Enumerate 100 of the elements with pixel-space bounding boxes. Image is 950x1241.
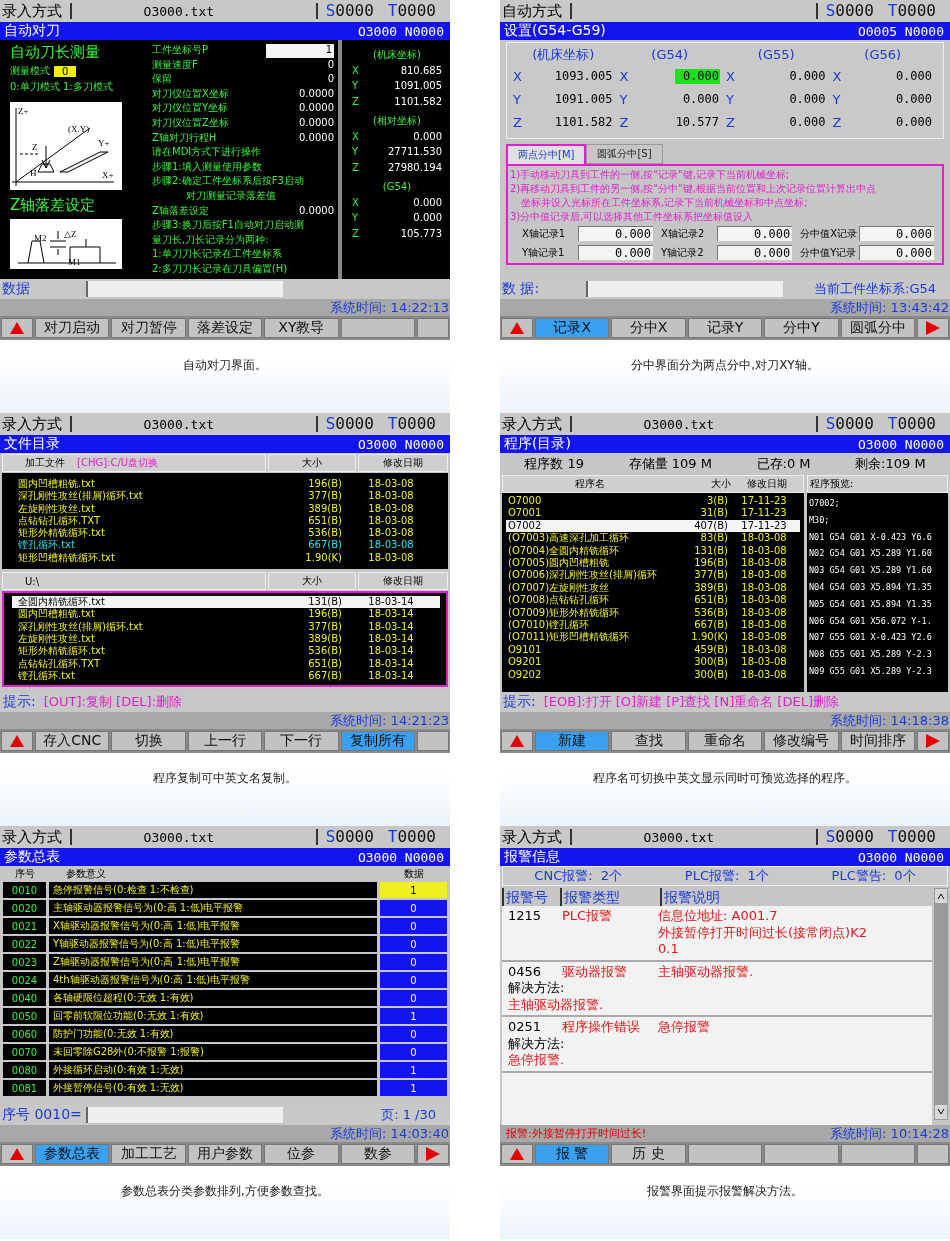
program-row[interactable]: O9201 300(B) 18-03-08 [506,656,800,669]
offset-value[interactable]: 0.000 [674,92,720,107]
softkey[interactable] [501,731,533,751]
param-value-cell[interactable]: 0 [380,936,447,952]
record-field[interactable]: 0.000 [717,226,793,241]
offset-value[interactable]: 1101.582 [546,115,614,130]
softkey[interactable] [917,318,950,338]
program-row[interactable]: (O7003)高速深孔加工循环 83(B) 18-03-08 [506,532,800,545]
record-field[interactable]: 0.000 [578,226,654,241]
file-row[interactable]: 左旋刚性攻丝.txt 389(B) 18-03-14 [12,632,440,646]
program-row[interactable]: (O7004)全圆内精铣循环 131(B) 18-03-08 [506,544,800,558]
softkey[interactable]: 下一行 [264,731,339,751]
softkey[interactable]: 分中Y [764,318,839,338]
file-row[interactable]: 左旋刚性攻丝.txt 389(B) 18-03-08 [12,502,440,515]
program-row[interactable]: (O7005)圆内凹槽粗铣 196(B) 18-03-08 [506,557,800,570]
param-value-cell[interactable]: 1 [380,1008,447,1024]
mode-tab[interactable]: 两点分中[M] [506,144,587,164]
offset-value[interactable]: 0.000 [887,92,933,107]
param-value-cell[interactable]: 1 [380,1080,447,1096]
softkey[interactable]: 新建 [535,731,610,751]
softkey[interactable]: 参数总表 [35,1144,110,1164]
offset-value[interactable]: 0.000 [887,69,933,84]
offset-value[interactable]: 0.000 [674,69,720,84]
program-row[interactable]: O7000 3(B) 17-11-23 [506,495,800,508]
program-row[interactable]: (O7007)左旋刚性攻丝 389(B) 18-03-08 [506,581,800,595]
program-row[interactable]: (O7006)深孔刚性攻丝(排屑)循环 377(B) 18-03-08 [506,569,800,582]
program-row[interactable]: O9202 300(B) 18-03-08 [506,668,800,682]
file-row[interactable]: 深孔刚性攻丝(排屑)循环.txt 377(B) 18-03-14 [12,620,440,633]
softkey[interactable] [501,1144,533,1164]
param-value-cell[interactable]: 0 [380,900,447,916]
param-value-cell[interactable]: 0 [380,918,447,934]
softkey[interactable]: 记录Y [687,318,763,338]
softkey[interactable] [417,318,450,338]
param-value-cell[interactable]: 0 [380,972,447,988]
file-row[interactable]: 矩形凹槽精铣循环.txt 1.90(K) 18-03-08 [12,551,440,565]
param-value-cell[interactable]: 0 [380,954,447,970]
mode-tab[interactable]: 圆弧分中[S] [586,144,663,164]
file-row[interactable]: 圆内凹槽粗铣.txt 196(B) 18-03-14 [12,608,440,621]
softkey[interactable] [340,318,416,338]
file-row[interactable]: 深孔刚性攻丝(排屑)循环.txt 377(B) 18-03-08 [12,490,440,503]
file-row[interactable]: 点钻钻孔循环.TXT 651(B) 18-03-08 [12,514,440,528]
softkey[interactable] [764,1144,839,1164]
softkey[interactable] [417,731,450,751]
data-input-field[interactable] [586,281,783,297]
file-row[interactable]: 圆内凹槽粗铣.txt 196(B) 18-03-08 [12,478,440,491]
offset-value[interactable]: 1093.005 [546,69,614,84]
softkey[interactable]: 切换 [111,731,186,751]
param-value-cell[interactable]: 0 [380,1044,447,1060]
param-input[interactable]: 1 [266,44,334,58]
softkey[interactable]: 对刀暂停 [111,318,186,338]
param-value-cell[interactable]: 0 [380,990,447,1006]
param-value-cell[interactable]: 1 [380,1062,447,1078]
mode-value[interactable]: 0 [54,65,77,77]
softkey[interactable]: 存入CNC [35,731,110,751]
offset-value[interactable]: 0.000 [781,69,827,84]
file-row[interactable]: 矩形外精铣循环.txt 536(B) 18-03-08 [12,527,440,540]
program-row[interactable]: (O7009)矩形外精铣循环 536(B) 18-03-08 [506,606,800,620]
softkey[interactable]: 圆弧分中 [840,318,916,338]
program-row[interactable]: O7002 407(B) 17-11-23 [506,519,800,533]
program-row[interactable]: (O7011)矩形凹槽精铣循环 1.90(K) 18-03-08 [506,631,800,644]
scrollbar[interactable] [934,888,948,1120]
softkey[interactable] [917,731,950,751]
softkey[interactable]: 分中X [611,318,686,338]
softkey[interactable] [501,318,533,338]
data-input-field[interactable] [86,281,283,297]
softkey[interactable]: 数参 [340,1144,416,1164]
softkey[interactable] [1,318,33,338]
softkey[interactable] [1,1144,33,1164]
offset-value[interactable]: 0.000 [781,92,827,107]
softkey[interactable]: 对刀启动 [35,318,110,338]
softkey[interactable] [417,1144,450,1164]
file-row[interactable]: 点钻钻孔循环.TXT 651(B) 18-03-14 [12,657,440,670]
record-field[interactable]: 0.000 [717,245,793,260]
offset-value[interactable]: 1091.005 [546,92,614,107]
softkey[interactable] [840,1144,916,1164]
softkey[interactable]: XY教导 [264,318,339,338]
file-row[interactable]: 镗孔循环.txt 667(B) 18-03-14 [12,669,440,683]
softkey[interactable]: 复制所有 [340,731,416,751]
program-row[interactable]: O9101 459(B) 18-03-08 [506,643,800,657]
program-row[interactable]: (O7010)镗孔循环 667(B) 18-03-08 [506,619,800,632]
param-value-cell[interactable]: 0 [380,1026,447,1042]
file-row[interactable]: 全圆内精铣循环.txt 131(B) 18-03-14 [12,596,440,609]
softkey[interactable]: 加工工艺 [111,1144,186,1164]
record-field[interactable]: 0.000 [859,245,934,260]
softkey[interactable]: 用户参数 [187,1144,263,1164]
program-row[interactable]: (O7008)点钻钻孔循环 651(B) 18-03-08 [506,594,800,607]
softkey[interactable]: 时间排序 [840,731,916,751]
param-value-cell[interactable]: 1 [380,882,447,898]
softkey[interactable]: 记录X [535,318,610,338]
offset-value[interactable]: 0.000 [781,115,827,130]
record-field[interactable]: 0.000 [578,245,654,260]
softkey[interactable] [1,731,33,751]
softkey[interactable]: 查找 [611,731,686,751]
record-field[interactable]: 0.000 [859,226,934,241]
softkey[interactable]: 重命名 [687,731,763,751]
softkey[interactable] [917,1144,950,1164]
offset-value[interactable]: 0.000 [887,115,933,130]
program-row[interactable]: O7001 31(B) 17-11-23 [506,507,800,520]
softkey[interactable] [687,1144,763,1164]
softkey[interactable]: 落差设定 [187,318,263,338]
